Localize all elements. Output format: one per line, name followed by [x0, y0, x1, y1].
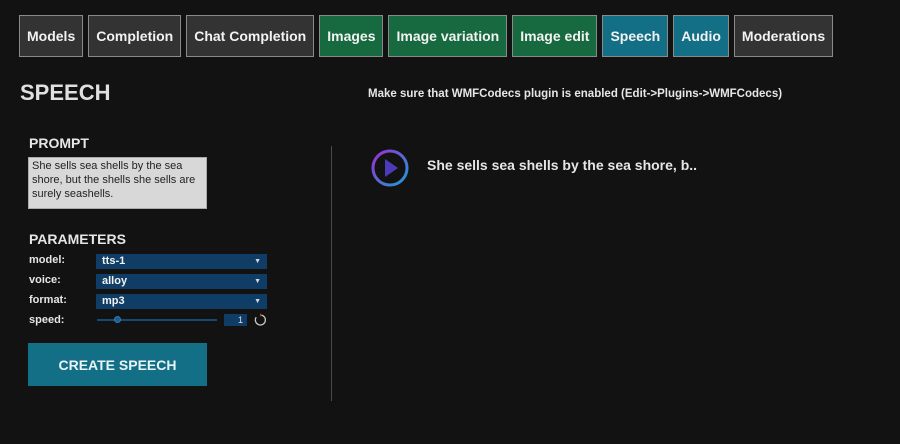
voice-value: alloy: [102, 275, 128, 287]
model-value: tts-1: [102, 255, 126, 267]
chevron-down-icon: ▼: [254, 258, 261, 265]
audio-result-text: She sells sea shells by the sea shore, b…: [427, 157, 698, 173]
prompt-textarea[interactable]: She sells sea shells by the sea shore, b…: [28, 157, 207, 209]
model-select[interactable]: tts-1 ▼: [96, 254, 267, 269]
speed-label: speed:: [29, 314, 65, 326]
tab-images[interactable]: Images: [319, 15, 384, 57]
parameters-heading: PARAMETERS: [29, 231, 126, 247]
page-title: SPEECH: [20, 80, 111, 105]
reset-icon[interactable]: [253, 313, 267, 327]
model-label: model:: [29, 254, 66, 266]
speed-value-field[interactable]: 1: [224, 314, 247, 326]
tab-image-variation[interactable]: Image variation: [388, 15, 508, 57]
tab-image-edit[interactable]: Image edit: [512, 15, 598, 57]
format-select[interactable]: mp3 ▼: [96, 294, 267, 309]
tab-bar: Models Completion Chat Completion Images…: [19, 15, 834, 57]
panel-divider: [331, 146, 332, 401]
tab-chat-completion[interactable]: Chat Completion: [186, 15, 315, 57]
format-label: format:: [29, 294, 67, 306]
tab-models[interactable]: Models: [19, 15, 84, 57]
tab-speech[interactable]: Speech: [602, 15, 669, 57]
play-circle-icon[interactable]: [370, 148, 410, 188]
tab-audio[interactable]: Audio: [673, 15, 729, 57]
create-speech-button[interactable]: CREATE SPEECH: [28, 343, 207, 386]
chevron-down-icon: ▼: [254, 278, 261, 285]
tab-moderations[interactable]: Moderations: [733, 15, 834, 57]
prompt-heading: PROMPT: [29, 135, 89, 151]
voice-select[interactable]: alloy ▼: [96, 274, 267, 289]
plugin-notice: Make sure that WMFCodecs plugin is enabl…: [368, 88, 783, 100]
tab-completion[interactable]: Completion: [88, 15, 182, 57]
voice-label: voice:: [29, 274, 61, 286]
speed-slider-handle[interactable]: [113, 316, 121, 323]
chevron-down-icon: ▼: [254, 298, 261, 305]
format-value: mp3: [102, 295, 125, 307]
